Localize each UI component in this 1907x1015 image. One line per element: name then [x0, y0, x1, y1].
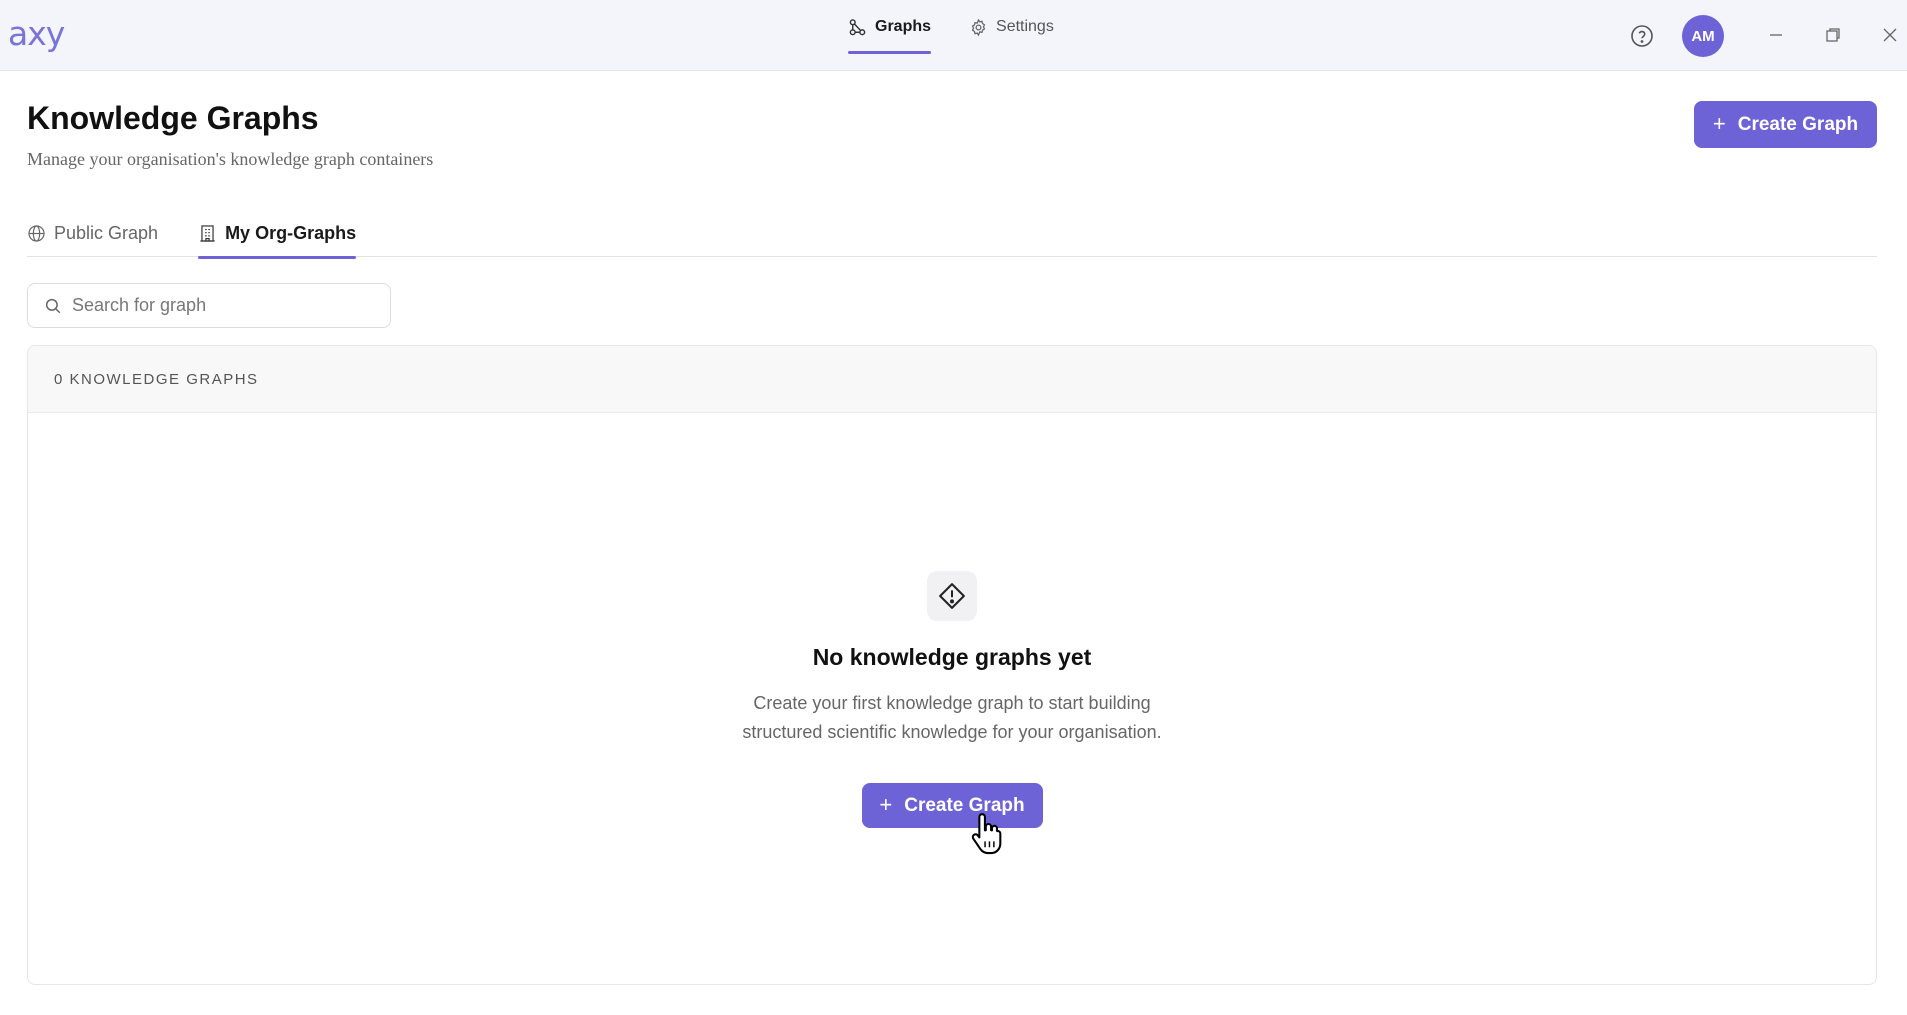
user-avatar[interactable]: AM	[1682, 15, 1724, 57]
tab-public-graph[interactable]: Public Graph	[27, 217, 158, 257]
empty-create-graph-button[interactable]: + Create Graph	[861, 783, 1043, 828]
nav-tab-settings[interactable]: Settings	[969, 0, 1054, 54]
main-nav: Graphs Settings	[848, 0, 1054, 71]
globe-icon	[28, 225, 45, 242]
close-icon[interactable]	[1880, 25, 1900, 45]
graph-tabs: Public Graph My Org-Graphs	[27, 217, 1877, 259]
search-box	[27, 283, 391, 328]
empty-state: No knowledge graphs yet Create your firs…	[28, 571, 1876, 828]
minimize-icon[interactable]	[1766, 25, 1786, 45]
tab-label: My Org-Graphs	[225, 223, 357, 243]
create-graph-label: Create Graph	[904, 794, 1025, 816]
page-title: Knowledge Graphs	[27, 100, 319, 136]
warning-diamond-icon	[927, 571, 977, 621]
empty-state-title: No knowledge graphs yet	[812, 644, 1092, 670]
restore-icon[interactable]	[1823, 25, 1843, 45]
empty-state-line-1: Create your first knowledge graph to sta…	[753, 693, 1151, 713]
empty-state-line-2: structured scientific knowledge for your…	[742, 722, 1162, 742]
search-icon	[45, 298, 61, 313]
graph-icon	[849, 18, 866, 35]
graph-count: 0 KNOWLEDGE GRAPHS	[28, 346, 1876, 413]
nav-tab-label: Settings	[996, 18, 1054, 35]
help-icon[interactable]	[1630, 24, 1654, 48]
create-graph-label: Create Graph	[1737, 113, 1859, 135]
gear-icon	[971, 18, 986, 36]
search-input[interactable]	[72, 295, 372, 316]
create-graph-button[interactable]: + Create Graph	[1694, 101, 1877, 148]
plus-icon: +	[1712, 110, 1726, 136]
plus-icon: +	[879, 791, 893, 817]
page-subtitle: Manage your organisation's knowledge gra…	[27, 149, 434, 169]
tab-label: Public Graph	[54, 223, 159, 243]
tab-my-org-graphs[interactable]: My Org-Graphs	[198, 217, 357, 259]
graphs-panel: 0 KNOWLEDGE GRAPHS No knowledge graphs y…	[27, 345, 1877, 985]
empty-state-description: Create your first knowledge graph to sta…	[702, 689, 1202, 747]
top-bar: axy Graphs Settings AM	[0, 0, 1907, 71]
nav-tab-graphs[interactable]: Graphs	[848, 0, 932, 54]
nav-tab-label: Graphs	[875, 18, 932, 35]
building-icon	[200, 225, 215, 242]
app-logo[interactable]: axy	[8, 14, 65, 54]
